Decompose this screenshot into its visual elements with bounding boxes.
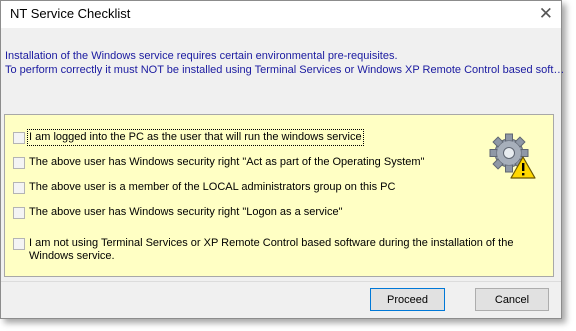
- checklist-panel: I am logged into the PC as the user that…: [4, 114, 554, 277]
- checklist-item-label[interactable]: The above user is a member of the LOCAL …: [29, 181, 395, 194]
- checkbox[interactable]: [13, 132, 25, 144]
- checkbox[interactable]: [13, 157, 25, 169]
- checklist-item-logon-as-service[interactable]: The above user has Windows security righ…: [13, 206, 343, 219]
- checklist-item-label[interactable]: I am not using Terminal Services or XP R…: [29, 237, 519, 263]
- checklist-item-local-admin[interactable]: The above user is a member of the LOCAL …: [13, 181, 395, 194]
- window-title: NT Service Checklist: [10, 6, 131, 21]
- checklist-item-label[interactable]: The above user has Windows security righ…: [29, 156, 424, 169]
- title-bar: NT Service Checklist ✕: [1, 1, 561, 28]
- proceed-button[interactable]: Proceed: [370, 288, 445, 311]
- intro-text: Installation of the Windows service requ…: [5, 49, 564, 77]
- checklist-item-logged-in[interactable]: I am logged into the PC as the user that…: [13, 129, 364, 146]
- intro-line-2: To perform correctly it must NOT be inst…: [5, 64, 565, 76]
- intro-line-1: Installation of the Windows service requ…: [5, 50, 398, 62]
- dialog-window: NT Service Checklist ✕ Installation of t…: [0, 0, 564, 319]
- checkbox[interactable]: [13, 238, 25, 250]
- cancel-button[interactable]: Cancel: [475, 288, 549, 311]
- checklist-item-no-terminal-services[interactable]: I am not using Terminal Services or XP R…: [13, 237, 519, 263]
- gear-warning-icon: [489, 133, 536, 179]
- checklist-item-label[interactable]: I am logged into the PC as the user that…: [27, 129, 364, 146]
- checkbox[interactable]: [13, 207, 25, 219]
- checklist-item-act-as-os[interactable]: The above user has Windows security righ…: [13, 156, 424, 169]
- checkbox[interactable]: [13, 182, 25, 194]
- checklist-item-label[interactable]: The above user has Windows security righ…: [29, 206, 343, 219]
- footer-divider: [1, 281, 561, 282]
- close-icon[interactable]: ✕: [539, 4, 553, 24]
